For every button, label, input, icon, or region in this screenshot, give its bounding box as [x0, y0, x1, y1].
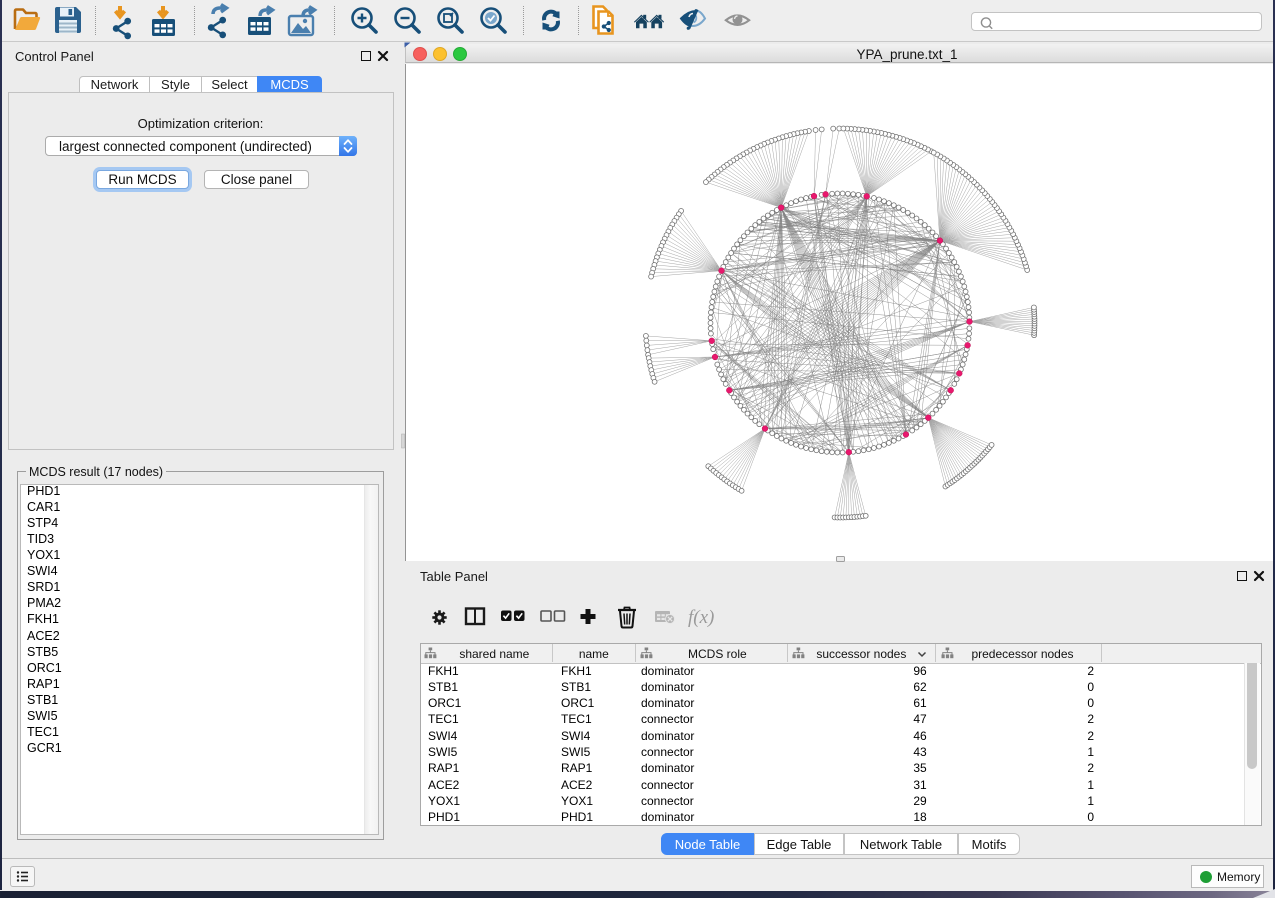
svg-text:f(x): f(x) — [688, 607, 714, 628]
